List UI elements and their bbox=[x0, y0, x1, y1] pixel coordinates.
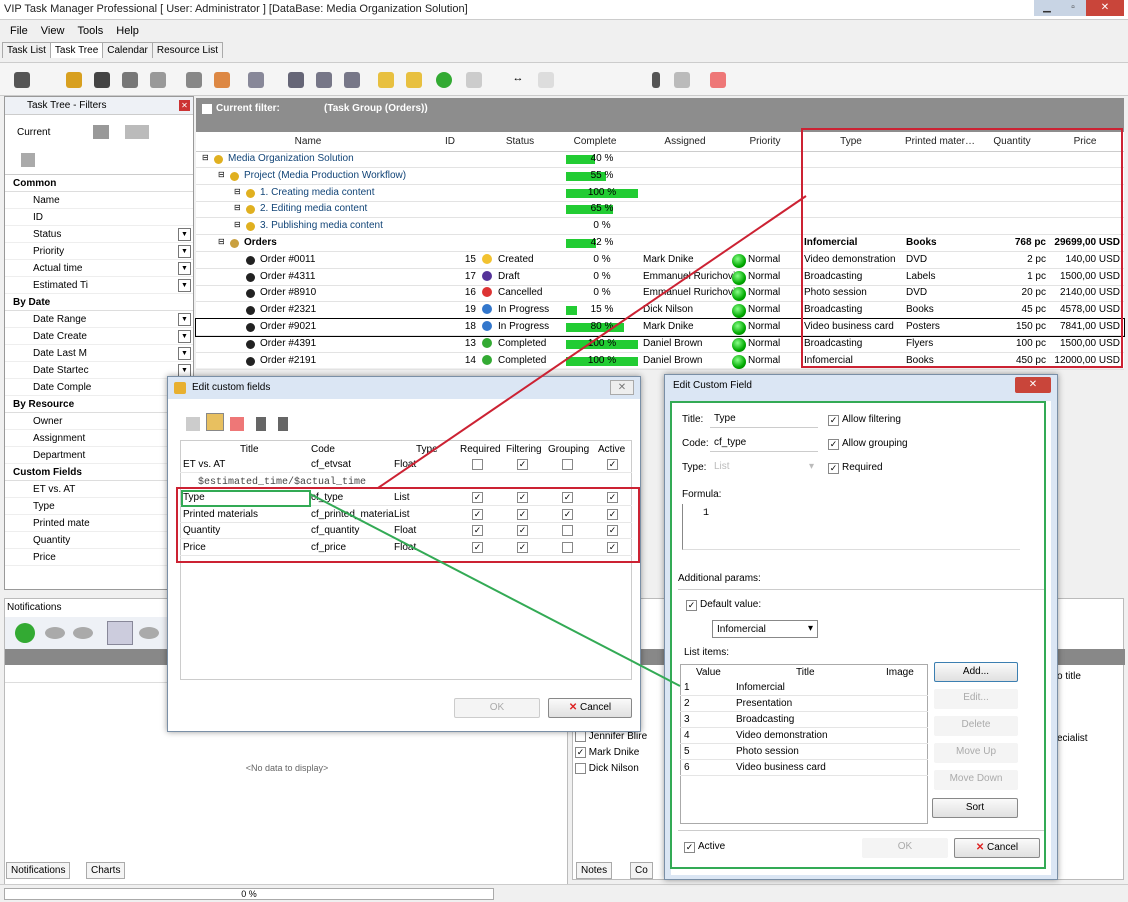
green-connector-line bbox=[309, 493, 681, 687]
connector-lines bbox=[309, 195, 807, 687]
red-connector-line bbox=[377, 195, 807, 489]
